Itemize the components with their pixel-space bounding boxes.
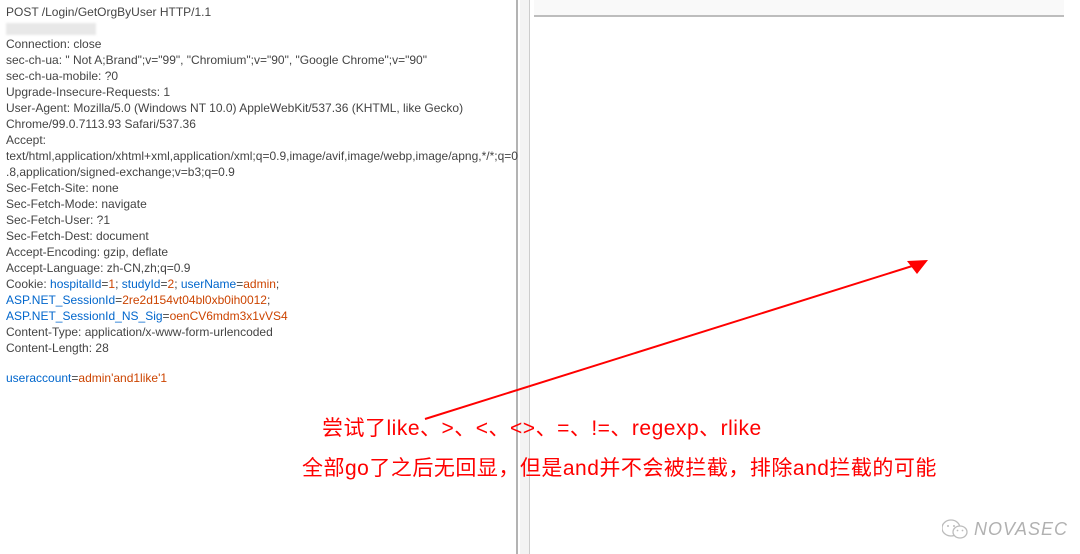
cookie-key: studyId: [122, 277, 161, 291]
header-line: Accept-Encoding: gzip, deflate: [6, 244, 510, 260]
header-line: User-Agent: Mozilla/5.0 (Windows NT 10.0…: [6, 100, 510, 116]
header-line: Sec-Fetch-Dest: document: [6, 228, 510, 244]
header-line: Sec-Fetch-User: ?1: [6, 212, 510, 228]
header-line: Upgrade-Insecure-Requests: 1: [6, 84, 510, 100]
header-line: Chrome/99.0.7113.93 Safari/537.36: [6, 116, 510, 132]
annotation-line-1: 尝试了like、>、<、<>、=、!=、regexp、rlike: [322, 412, 762, 442]
body-param-val: admin'and1like'1: [78, 371, 167, 385]
response-panel-scrollbar[interactable]: [534, 0, 1064, 17]
header-line: Accept:: [6, 132, 510, 148]
annotation-line-2: 全部go了之后无回显，但是and并不会被拦截，排除and拦截的可能: [302, 454, 1052, 484]
body-param-key: useraccount: [6, 371, 71, 385]
cookie-val: admin: [243, 277, 276, 291]
cookie-session-line: ASP.NET_SessionId_NS_Sig=oenCV6mdm3x1vVS…: [6, 308, 510, 324]
cookie-key: ASP.NET_SessionId_NS_Sig: [6, 309, 163, 323]
request-first-line: POST /Login/GetOrgByUser HTTP/1.1: [6, 4, 510, 20]
header-line: Accept-Language: zh-CN,zh;q=0.9: [6, 260, 510, 276]
cookie-val: 2: [168, 277, 175, 291]
cookie-val: 2re2d154vt04bl0xb0ih0012: [122, 293, 267, 307]
header-line: Sec-Fetch-Site: none: [6, 180, 510, 196]
header-line: Content-Type: application/x-www-form-url…: [6, 324, 510, 340]
watermark: NOVASEC: [942, 518, 1068, 540]
cookie-val: oenCV6mdm3x1vVS4: [170, 309, 288, 323]
cookie-session-line: ASP.NET_SessionId=2re2d154vt04bl0xb0ih00…: [6, 292, 510, 308]
cookie-prefix: Cookie:: [6, 277, 50, 291]
cookie-val: 1: [108, 277, 115, 291]
header-line: sec-ch-ua-mobile: ?0: [6, 68, 510, 84]
header-line: sec-ch-ua: " Not A;Brand";v="99", "Chrom…: [6, 52, 510, 68]
redacted-host: [6, 20, 510, 36]
header-line: .8,application/signed-exchange;v=b3;q=0.…: [6, 164, 510, 180]
header-line: Sec-Fetch-Mode: navigate: [6, 196, 510, 212]
cookie-key: hospitalId: [50, 277, 101, 291]
cookie-key: userName: [181, 277, 236, 291]
watermark-text: NOVASEC: [974, 519, 1068, 540]
request-body: useraccount=admin'and1like'1: [6, 370, 510, 386]
header-line: Connection: close: [6, 36, 510, 52]
wechat-icon: [942, 518, 968, 540]
header-line: text/html,application/xhtml+xml,applicat…: [6, 148, 510, 164]
cookie-key: ASP.NET_SessionId: [6, 293, 115, 307]
header-line: Content-Length: 28: [6, 340, 510, 356]
cookie-line: Cookie: hospitalId=1; studyId=2; userNam…: [6, 276, 510, 292]
